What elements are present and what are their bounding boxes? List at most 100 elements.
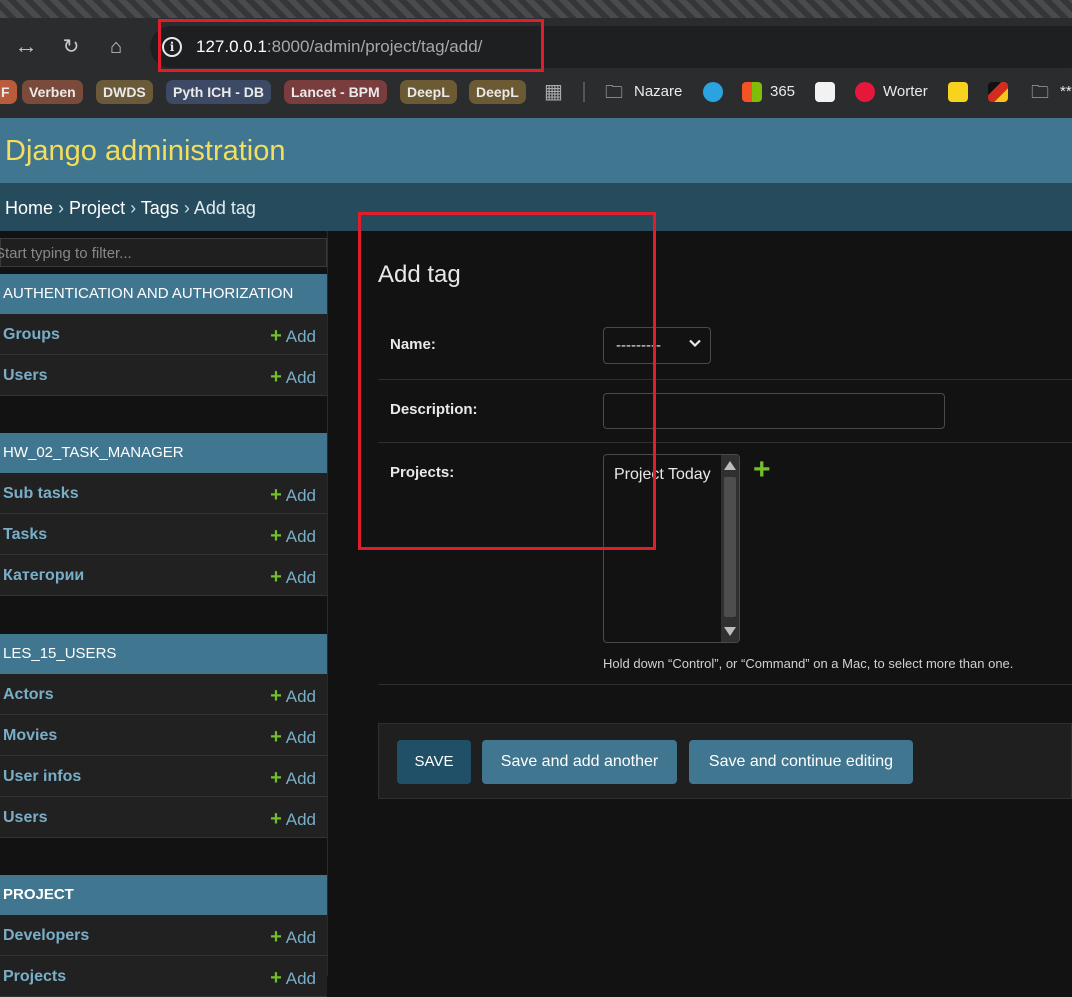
model-link[interactable]: Категории: [3, 567, 84, 585]
model-row-actors: Actors + Add: [0, 674, 327, 715]
spade-icon[interactable]: [815, 82, 835, 102]
bookmark-more[interactable]: **: [1060, 80, 1072, 104]
model-row-users: Users + Add: [0, 355, 327, 396]
app-les15: LES_15_USERS Actors + Add Movies + Add Use…: [0, 634, 327, 838]
add-link[interactable]: + Add: [270, 685, 316, 708]
browser-toolbar: ← → ↻ ⌂ i 127.0.0.1:8000/admin/project/t…: [0, 18, 1072, 76]
model-link[interactable]: Movies: [3, 727, 57, 745]
app-hw02: HW_02_TASK_MANAGER Sub tasks + Add Tasks …: [0, 433, 327, 596]
model-link[interactable]: Tasks: [3, 526, 47, 544]
app-caption[interactable]: LES_15_USERS: [0, 634, 327, 674]
model-row-groups: Groups + Add: [0, 314, 327, 355]
forward-icon[interactable]: →: [14, 34, 40, 60]
model-row-categories: Категории + Add: [0, 555, 327, 596]
plus-icon: +: [270, 325, 282, 347]
scroll-down-icon[interactable]: [724, 627, 736, 636]
home-icon[interactable]: ⌂: [103, 34, 129, 60]
scroll-thumb[interactable]: [724, 477, 736, 617]
address-bar[interactable]: i 127.0.0.1:8000/admin/project/tag/add/: [150, 26, 1072, 68]
projects-scrollbar[interactable]: [721, 455, 739, 642]
model-link[interactable]: User infos: [3, 768, 81, 786]
microsoft-icon[interactable]: [742, 82, 762, 102]
site-info-icon[interactable]: i: [162, 37, 182, 57]
bookmark-deepl-2[interactable]: DeepL: [469, 80, 526, 104]
name-select[interactable]: ---------: [603, 327, 711, 364]
plus-icon: +: [270, 484, 282, 506]
save-continue-button[interactable]: Save and continue editing: [689, 740, 913, 784]
langenscheidt-icon[interactable]: [948, 82, 968, 102]
add-link[interactable]: + Add: [270, 525, 316, 548]
save-button[interactable]: SAVE: [397, 740, 471, 784]
bookmarks-bar: F Verben DWDS Pyth ICH - DB Lancet - BPM…: [0, 76, 1072, 118]
add-link[interactable]: + Add: [270, 926, 316, 949]
bookmark-pyth-ich-db[interactable]: Pyth ICH - DB: [166, 80, 271, 104]
breadcrumb-project[interactable]: Project: [69, 198, 125, 218]
description-input[interactable]: [603, 393, 945, 429]
address-url[interactable]: 127.0.0.1:8000/admin/project/tag/add/: [196, 37, 482, 57]
nav-filter-input[interactable]: Start typing to filter...: [0, 238, 327, 267]
projects-multiselect[interactable]: Project Today: [603, 454, 740, 643]
add-link[interactable]: + Add: [270, 484, 316, 507]
plus-icon: +: [270, 808, 282, 830]
bookmark-dwds[interactable]: DWDS: [96, 80, 153, 104]
projects-help-text: Hold down “Control”, or “Command” on a M…: [603, 656, 1014, 671]
add-link[interactable]: + Add: [270, 325, 316, 348]
app-caption[interactable]: HW_02_TASK_MANAGER: [0, 433, 327, 473]
project-option[interactable]: Project Today: [614, 466, 711, 484]
scroll-up-icon[interactable]: [724, 461, 736, 470]
add-link[interactable]: + Add: [270, 726, 316, 749]
save-add-another-button[interactable]: Save and add another: [482, 740, 677, 784]
plus-icon: +: [270, 967, 282, 989]
description-label: Description:: [390, 401, 478, 418]
bookmark-verben[interactable]: Verben: [22, 80, 83, 104]
folder-icon-2: 🗀: [1031, 82, 1049, 102]
model-row-users-2: Users + Add: [0, 797, 327, 838]
app-caption[interactable]: PROJECT: [0, 875, 327, 915]
model-link[interactable]: Users: [3, 809, 47, 827]
add-link[interactable]: + Add: [270, 366, 316, 389]
model-link[interactable]: Projects: [3, 968, 66, 986]
model-row-subtasks: Sub tasks + Add: [0, 473, 327, 514]
plus-icon: +: [270, 767, 282, 789]
model-link[interactable]: Users: [3, 367, 47, 385]
field-row-name: Name:: [378, 313, 1072, 380]
browser-tab-strip: [0, 0, 1072, 18]
chevron-down-icon: [689, 339, 701, 348]
page-title: Add tag: [378, 261, 461, 288]
app-auth: AUTHENTICATION AND AUTHORIZATION Groups …: [0, 274, 327, 396]
add-link[interactable]: + Add: [270, 967, 316, 990]
nav-sidebar: Start typing to filter... AUTHENTICATION…: [0, 231, 328, 997]
add-link[interactable]: + Add: [270, 808, 316, 831]
plus-icon: +: [270, 366, 282, 388]
breadcrumb-separator: ›: [183, 198, 190, 218]
main-content: Add tag Name: --------- Description: Pro…: [328, 231, 1072, 976]
bookmark-nazare[interactable]: Nazare: [634, 80, 682, 104]
bookmark-deepl[interactable]: DeepL: [400, 80, 457, 104]
add-related-project-icon[interactable]: +: [753, 455, 771, 485]
bookmark-365[interactable]: 365: [770, 80, 795, 104]
model-link[interactable]: Sub tasks: [3, 485, 79, 503]
telegram-icon[interactable]: [703, 82, 723, 102]
app-project: PROJECT Developers + Add Projects + Add: [0, 875, 327, 997]
site-title[interactable]: Django administration: [5, 135, 285, 168]
bookmark-worter[interactable]: Worter: [883, 80, 928, 104]
add-link[interactable]: + Add: [270, 566, 316, 589]
plus-icon: +: [270, 726, 282, 748]
bookmark-f[interactable]: F: [0, 80, 17, 104]
apps-grid-icon[interactable]: ▦: [544, 80, 563, 104]
breadcrumb-tags[interactable]: Tags: [141, 198, 179, 218]
bookmark-lancet-bpm[interactable]: Lancet - BPM: [284, 80, 387, 104]
plus-icon: +: [270, 525, 282, 547]
add-link[interactable]: + Add: [270, 767, 316, 790]
reload-icon[interactable]: ↻: [58, 34, 84, 60]
plus-icon: +: [270, 926, 282, 948]
submit-row: SAVE Save and add another Save and conti…: [378, 723, 1072, 799]
model-link[interactable]: Actors: [3, 686, 54, 704]
model-link[interactable]: Developers: [3, 927, 89, 945]
breadcrumb-home[interactable]: Home: [5, 198, 53, 218]
flag-icon[interactable]: [988, 82, 1008, 102]
e-icon[interactable]: [855, 82, 875, 102]
model-link[interactable]: Groups: [3, 326, 60, 344]
breadcrumb-separator: ›: [58, 198, 65, 218]
app-caption[interactable]: AUTHENTICATION AND AUTHORIZATION: [0, 274, 327, 314]
